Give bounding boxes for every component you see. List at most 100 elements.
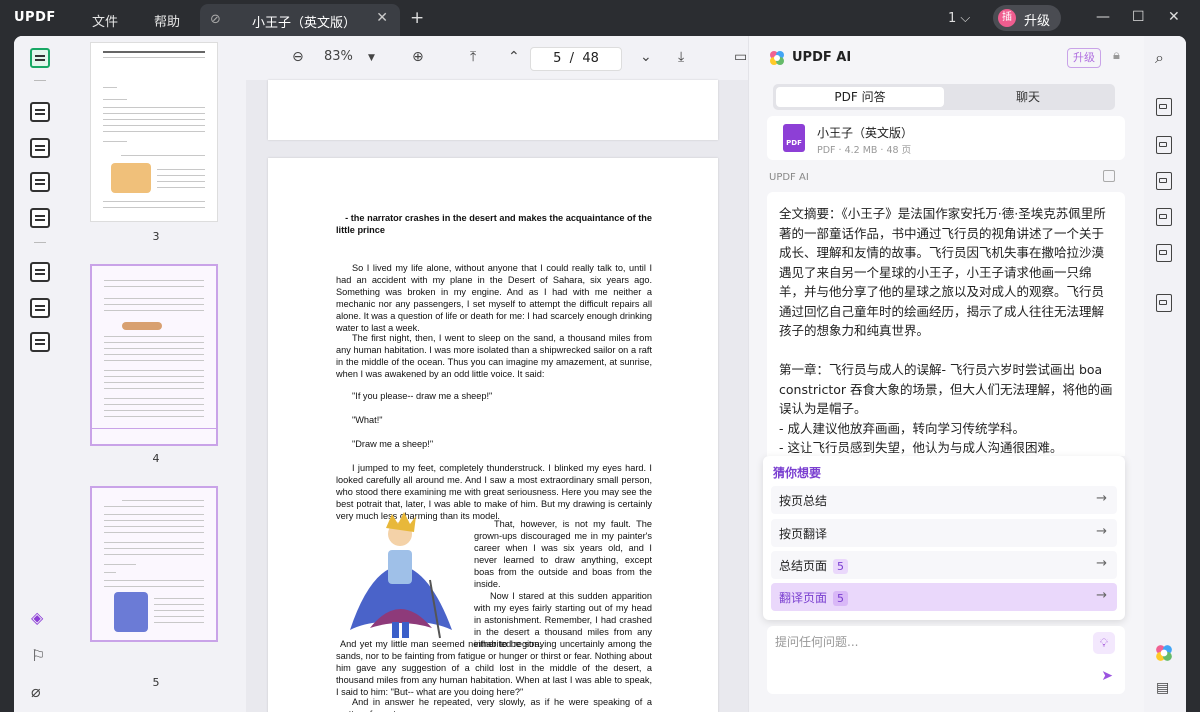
suggestion-title: 猜你想要 bbox=[773, 466, 822, 480]
email-icon[interactable] bbox=[1156, 244, 1172, 262]
thumbnail-number: 4 bbox=[152, 452, 160, 465]
file-meta: PDF · 4.2 MB · 48 页 bbox=[817, 145, 912, 156]
suggestion-popup: 猜你想要 按页总结 → 按页翻译 → 总结页面 5 → 翻译页面 5 → bbox=[763, 456, 1125, 620]
right-toolbar: ⌕ ▤ bbox=[1144, 36, 1186, 712]
divider bbox=[34, 80, 46, 81]
suggestion-summarize-by-page[interactable]: 按页总结 → bbox=[771, 486, 1117, 514]
first-page-icon[interactable]: ⤒ bbox=[470, 49, 476, 65]
chevron-down-icon: ⌵ bbox=[960, 11, 971, 26]
thumbnail-page-5[interactable] bbox=[90, 486, 218, 642]
thumbnail-panel: 3 4 5 bbox=[66, 36, 246, 712]
thumbnail-number: 5 bbox=[152, 676, 160, 689]
document-tab[interactable]: ⊘ 小王子（英文版） ✕ bbox=[200, 4, 400, 36]
last-page-icon[interactable]: ⤓ bbox=[678, 49, 684, 65]
save-icon[interactable] bbox=[1156, 294, 1172, 312]
convert-icon[interactable] bbox=[1156, 136, 1172, 154]
reader-icon[interactable] bbox=[30, 48, 50, 68]
ai-input-box: 💡︎ ➤ bbox=[767, 626, 1125, 694]
protect-icon[interactable] bbox=[30, 332, 50, 352]
chapter-heading: - the narrator crashes in the desert and… bbox=[345, 213, 652, 223]
upgrade-button[interactable]: 插 升级 bbox=[993, 5, 1061, 31]
new-tab-icon[interactable]: + bbox=[410, 8, 424, 28]
suggestion-translate-by-page[interactable]: 按页翻译 → bbox=[771, 519, 1117, 547]
layers-icon[interactable]: ◈ bbox=[31, 608, 43, 627]
document-tab-title: 小王子（英文版） bbox=[252, 16, 357, 31]
arrow-right-icon: → bbox=[1096, 588, 1107, 603]
thumbnail-page-4[interactable] bbox=[90, 264, 218, 446]
close-tab-icon[interactable]: ✕ bbox=[376, 10, 388, 26]
suggestion-summarize-page[interactable]: 总结页面 5 → bbox=[771, 551, 1117, 579]
paragraph: So I lived my life alone, without anyone… bbox=[336, 263, 652, 333]
updf-ai-logo-icon bbox=[770, 51, 784, 65]
paragraph: "If you please-- draw me a sheep!" bbox=[352, 391, 493, 401]
minimize-icon[interactable]: — bbox=[1096, 9, 1110, 25]
paragraph: And in answer he repeated, very slowly, … bbox=[336, 697, 652, 712]
comment-list-icon[interactable]: ▤ bbox=[1156, 680, 1169, 696]
zoom-in-icon[interactable]: ⊕ bbox=[412, 49, 424, 65]
comment-icon[interactable] bbox=[30, 102, 50, 122]
close-window-icon[interactable]: ✕ bbox=[1168, 9, 1180, 25]
page-badge: 5 bbox=[833, 559, 849, 574]
tab-pdf-qa[interactable]: PDF 问答 bbox=[776, 87, 944, 107]
prompt-ideas-icon[interactable]: 💡︎ bbox=[1093, 632, 1115, 654]
thumbnail-page-3[interactable] bbox=[90, 42, 218, 222]
ocr-icon[interactable] bbox=[1156, 98, 1172, 116]
viewer-toolbar: ⊖ 83% ▼ ⊕ ⤒ ⌃ 5 / 48 ⌄ ⤓ ▭ bbox=[246, 36, 748, 80]
next-page-icon[interactable]: ⌄ bbox=[640, 49, 652, 65]
maximize-icon[interactable]: ☐ bbox=[1132, 9, 1145, 25]
attachment-icon[interactable]: ⌀ bbox=[31, 682, 41, 701]
organize-pages-icon[interactable] bbox=[30, 262, 50, 282]
menu-file[interactable]: 文件 bbox=[92, 11, 118, 30]
updf-ai-toggle-icon[interactable] bbox=[1155, 644, 1173, 662]
pdf-page-4-end bbox=[268, 80, 718, 140]
app-logo: UPDF bbox=[14, 10, 56, 25]
crop-icon[interactable] bbox=[30, 298, 50, 318]
zoom-level[interactable]: 83% bbox=[324, 49, 353, 64]
previous-page-icon[interactable]: ⌃ bbox=[508, 49, 520, 65]
search-icon[interactable]: ⌕ bbox=[1155, 48, 1164, 68]
bookmark-icon[interactable]: ⚐ bbox=[31, 646, 45, 665]
lock-icon[interactable]: 🔒︎ bbox=[1113, 48, 1120, 63]
paragraph: "Draw me a sheep!" bbox=[352, 439, 434, 449]
tab-chat[interactable]: 聊天 bbox=[944, 87, 1112, 107]
title-bar: UPDF 文件 帮助 ⊘ 小王子（英文版） ✕ + 1 ⌵ 插 升级 — ☐ ✕ bbox=[0, 0, 1200, 36]
little-prince-illustration bbox=[350, 512, 452, 639]
paragraph: That, however, is not my fault. The grow… bbox=[474, 519, 652, 589]
paragraph: The first night, then, I went to sleep o… bbox=[336, 333, 652, 379]
document-viewer: ⊖ 83% ▼ ⊕ ⤒ ⌃ 5 / 48 ⌄ ⤓ ▭ - the narrato… bbox=[246, 36, 748, 712]
arrow-right-icon: → bbox=[1096, 491, 1107, 506]
file-name: 小王子（英文版） bbox=[817, 126, 914, 140]
share-icon[interactable] bbox=[1156, 208, 1172, 226]
send-icon[interactable]: ➤ bbox=[1101, 668, 1113, 684]
ai-response-label: UPDF AI bbox=[769, 172, 809, 183]
app-window: ◈ ⚐ ⌀ 3 4 5 ⊖ 83% ▼ ⊕ ⤒ ⌃ 5 / 48 ⌄ ⤓ ▭ -… bbox=[14, 36, 1186, 712]
ai-upgrade-button[interactable]: 升级 bbox=[1067, 48, 1101, 68]
copy-icon[interactable] bbox=[1103, 170, 1115, 182]
pdf-page-5: - the narrator crashes in the desert and… bbox=[268, 158, 718, 712]
paragraph: "What!" bbox=[352, 415, 383, 425]
divider bbox=[34, 242, 46, 243]
window-count[interactable]: 1 ⌵ bbox=[948, 11, 970, 26]
zoom-dropdown-icon[interactable]: ▼ bbox=[368, 53, 375, 63]
ask-input[interactable] bbox=[775, 632, 1075, 652]
suggestion-translate-page[interactable]: 翻译页面 5 → bbox=[771, 583, 1117, 611]
protect-doc-icon[interactable] bbox=[1156, 172, 1172, 190]
thumbnail-number: 3 bbox=[152, 230, 160, 243]
upgrade-label: 升级 bbox=[1024, 14, 1051, 29]
pdf-file-icon: PDF bbox=[783, 124, 805, 152]
edit-pdf-icon[interactable] bbox=[30, 138, 50, 158]
cloud-off-icon: ⊘ bbox=[210, 12, 221, 27]
file-card: PDF 小王子（英文版） PDF · 4.2 MB · 48 页 bbox=[767, 116, 1125, 160]
fill-sign-icon[interactable] bbox=[30, 208, 50, 228]
presentation-icon[interactable]: ▭ bbox=[734, 49, 747, 65]
menu-help[interactable]: 帮助 bbox=[154, 11, 180, 30]
ai-panel-title: UPDF AI bbox=[792, 50, 852, 65]
form-icon[interactable] bbox=[30, 172, 50, 192]
zoom-out-icon[interactable]: ⊖ bbox=[292, 49, 304, 65]
chapter-heading-cont: little prince bbox=[336, 225, 386, 235]
left-toolbar: ◈ ⚐ ⌀ bbox=[14, 36, 66, 712]
avatar: 插 bbox=[998, 9, 1016, 27]
arrow-right-icon: → bbox=[1096, 556, 1107, 571]
paragraph: And yet my little man seemed neither to … bbox=[336, 639, 652, 697]
page-number-input[interactable]: 5 / 48 bbox=[530, 47, 622, 71]
